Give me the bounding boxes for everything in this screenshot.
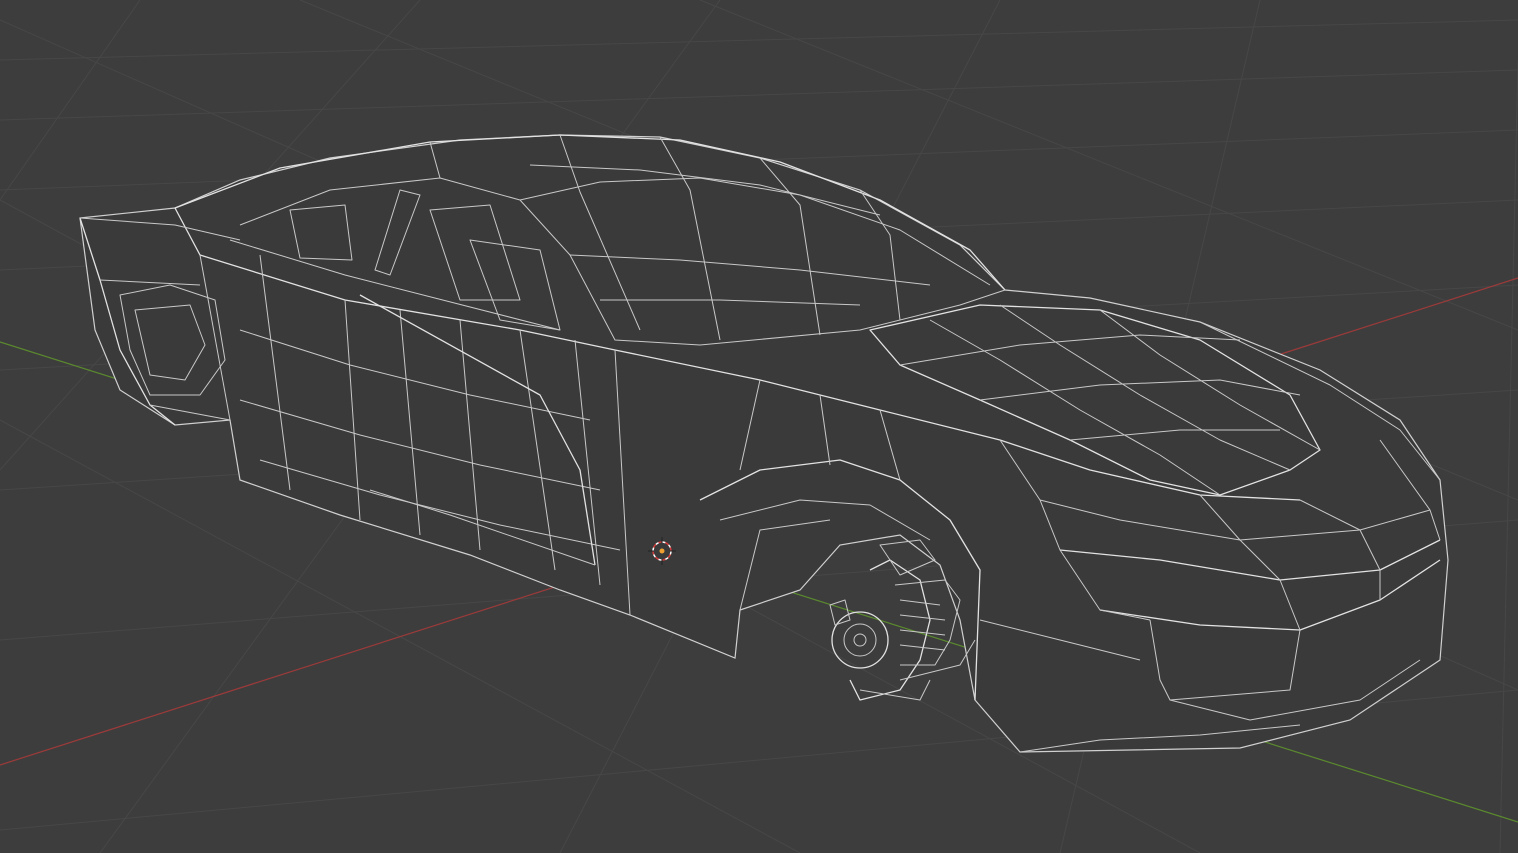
object-origin-icon	[659, 548, 665, 554]
car-body-wireframe[interactable]	[79, 134, 1449, 753]
3d-viewport[interactable]	[0, 0, 1518, 853]
viewport-canvas[interactable]	[0, 0, 1518, 853]
